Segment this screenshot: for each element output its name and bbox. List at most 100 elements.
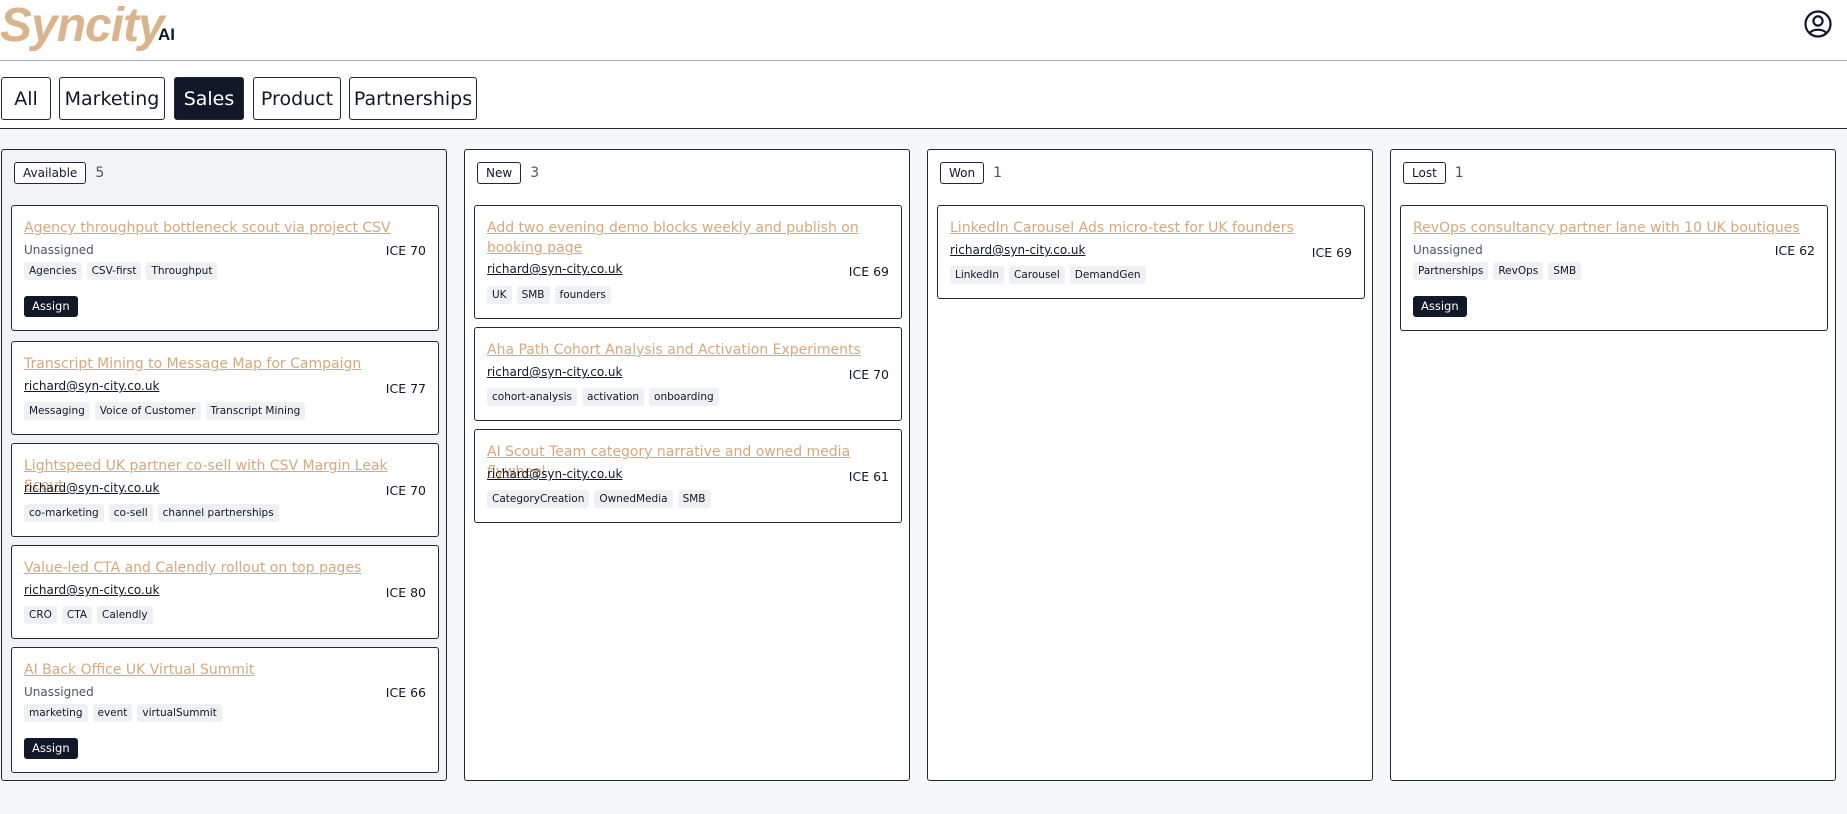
app-header: Syncity AI: [0, 0, 1847, 61]
column-available: Available 5 Agency throughput bottleneck…: [1, 149, 447, 781]
assign-button[interactable]: Assign: [24, 296, 78, 317]
tag-list: cohort-analysis activation onboarding: [487, 388, 719, 406]
card-owner-email[interactable]: richard@syn-city.co.uk: [487, 467, 622, 481]
tag: Carousel: [1009, 266, 1065, 284]
logo[interactable]: Syncity: [0, 0, 165, 53]
tab-sales[interactable]: Sales: [174, 77, 244, 120]
ice-score: ICE 66: [385, 685, 426, 700]
tag-list: LinkedIn Carousel DemandGen: [950, 266, 1146, 284]
opportunity-card: Transcript Mining to Message Map for Cam…: [11, 341, 439, 435]
tag: co-marketing: [24, 504, 104, 522]
card-owner-email[interactable]: richard@syn-city.co.uk: [24, 583, 159, 597]
assign-button[interactable]: Assign: [1413, 296, 1467, 317]
card-owner: Unassigned: [1413, 243, 1483, 257]
column-count: 5: [95, 165, 105, 181]
card-title-link[interactable]: Agency throughput bottleneck scout via p…: [24, 218, 424, 238]
tag: virtualSummit: [137, 704, 222, 722]
logo-ai-suffix: AI: [158, 25, 175, 44]
tag: Messaging: [24, 402, 90, 420]
tag: SMB: [1548, 262, 1582, 280]
tag: CRO: [24, 606, 57, 624]
card-title-link[interactable]: Add two evening demo blocks weekly and p…: [487, 218, 887, 258]
tab-all[interactable]: All: [1, 77, 51, 120]
card-owner-email[interactable]: richard@syn-city.co.uk: [24, 481, 159, 495]
card-owner: Unassigned: [24, 243, 94, 257]
tag: OwnedMedia: [594, 490, 673, 508]
column-lost: Lost 1 RevOps consultancy partner lane w…: [1390, 149, 1836, 781]
tag-list: Partnerships RevOps SMB: [1413, 262, 1582, 280]
tag: CategoryCreation: [487, 490, 590, 508]
tab-product[interactable]: Product: [253, 77, 341, 120]
card-owner-email[interactable]: richard@syn-city.co.uk: [950, 243, 1085, 257]
tag: event: [92, 704, 133, 722]
tag: CSV-first: [86, 262, 142, 280]
tag: co-sell: [108, 504, 153, 522]
tag: Throughput: [146, 262, 218, 280]
tag-list: CategoryCreation OwnedMedia SMB: [487, 490, 711, 508]
column-new: New 3 Add two evening demo blocks weekly…: [464, 149, 910, 781]
tab-marketing[interactable]: Marketing: [59, 77, 165, 120]
column-header: New 3: [477, 162, 539, 184]
opportunity-card: LinkedIn Carousel Ads micro-test for UK …: [937, 205, 1365, 299]
ice-score: ICE 70: [848, 367, 889, 382]
ice-score: ICE 70: [385, 483, 426, 498]
tag: Partnerships: [1413, 262, 1489, 280]
card-owner-email[interactable]: richard@syn-city.co.uk: [24, 379, 159, 393]
card-title-link[interactable]: Aha Path Cohort Analysis and Activation …: [487, 340, 887, 360]
card-title-link[interactable]: LinkedIn Carousel Ads micro-test for UK …: [950, 218, 1350, 238]
ice-score: ICE 80: [385, 585, 426, 600]
card-title-link[interactable]: RevOps consultancy partner lane with 10 …: [1413, 218, 1813, 238]
tag: activation: [582, 388, 645, 406]
tag-list: Messaging Voice of Customer Transcript M…: [24, 402, 306, 420]
ice-score: ICE 70: [385, 243, 426, 258]
tag: DemandGen: [1069, 266, 1146, 284]
card-title-link[interactable]: Transcript Mining to Message Map for Cam…: [24, 354, 424, 374]
ice-score: ICE 62: [1774, 243, 1815, 258]
tag: Agencies: [24, 262, 82, 280]
opportunity-card: AI Back Office UK Virtual Summit Unassig…: [11, 647, 439, 773]
tag: UK: [487, 286, 512, 304]
tag: Calendly: [97, 606, 153, 624]
tag: onboarding: [649, 388, 719, 406]
card-owner-email[interactable]: richard@syn-city.co.uk: [487, 262, 622, 276]
tag-list: UK SMB founders: [487, 286, 611, 304]
assign-button[interactable]: Assign: [24, 738, 78, 759]
tag: SMB: [516, 286, 550, 304]
opportunity-card: RevOps consultancy partner lane with 10 …: [1400, 205, 1828, 331]
tag: Transcript Mining: [205, 402, 306, 420]
tag-list: marketing event virtualSummit: [24, 704, 222, 722]
column-count: 3: [530, 165, 540, 181]
column-count: 1: [993, 165, 1003, 181]
tag: founders: [554, 286, 611, 304]
tab-partnerships[interactable]: Partnerships: [349, 77, 477, 120]
tag: Voice of Customer: [94, 402, 201, 420]
card-title-link[interactable]: AI Back Office UK Virtual Summit: [24, 660, 424, 680]
opportunity-card: Agency throughput bottleneck scout via p…: [11, 205, 439, 331]
opportunity-card: Add two evening demo blocks weekly and p…: [474, 205, 902, 319]
status-badge: Available: [14, 162, 87, 184]
tag: marketing: [24, 704, 88, 722]
tag-list: CRO CTA Calendly: [24, 606, 153, 624]
card-title-link[interactable]: Value-led CTA and Calendly rollout on to…: [24, 558, 424, 578]
tag-list: Agencies CSV-first Throughput: [24, 262, 218, 280]
ice-score: ICE 61: [848, 469, 889, 484]
user-circle-icon[interactable]: [1803, 9, 1833, 39]
tag: CTA: [61, 606, 93, 624]
opportunity-card: Lightspeed UK partner co-sell with CSV M…: [11, 443, 439, 537]
card-owner: Unassigned: [24, 685, 94, 699]
tag: RevOps: [1493, 262, 1544, 280]
opportunity-card: Value-led CTA and Calendly rollout on to…: [11, 545, 439, 639]
opportunity-card: Aha Path Cohort Analysis and Activation …: [474, 327, 902, 421]
column-header: Won 1: [940, 162, 1002, 184]
status-badge: Lost: [1403, 162, 1446, 184]
ice-score: ICE 69: [1311, 245, 1352, 260]
tag: channel partnerships: [157, 504, 279, 522]
tag: SMB: [677, 490, 711, 508]
column-count: 1: [1454, 165, 1464, 181]
ice-score: ICE 69: [848, 264, 889, 279]
opportunity-card: AI Scout Team category narrative and own…: [474, 429, 902, 523]
category-tabs: All Marketing Sales Product Partnerships: [0, 61, 1847, 129]
card-owner-email[interactable]: richard@syn-city.co.uk: [487, 365, 622, 379]
status-badge: New: [477, 162, 522, 184]
tag: cohort-analysis: [487, 388, 578, 406]
